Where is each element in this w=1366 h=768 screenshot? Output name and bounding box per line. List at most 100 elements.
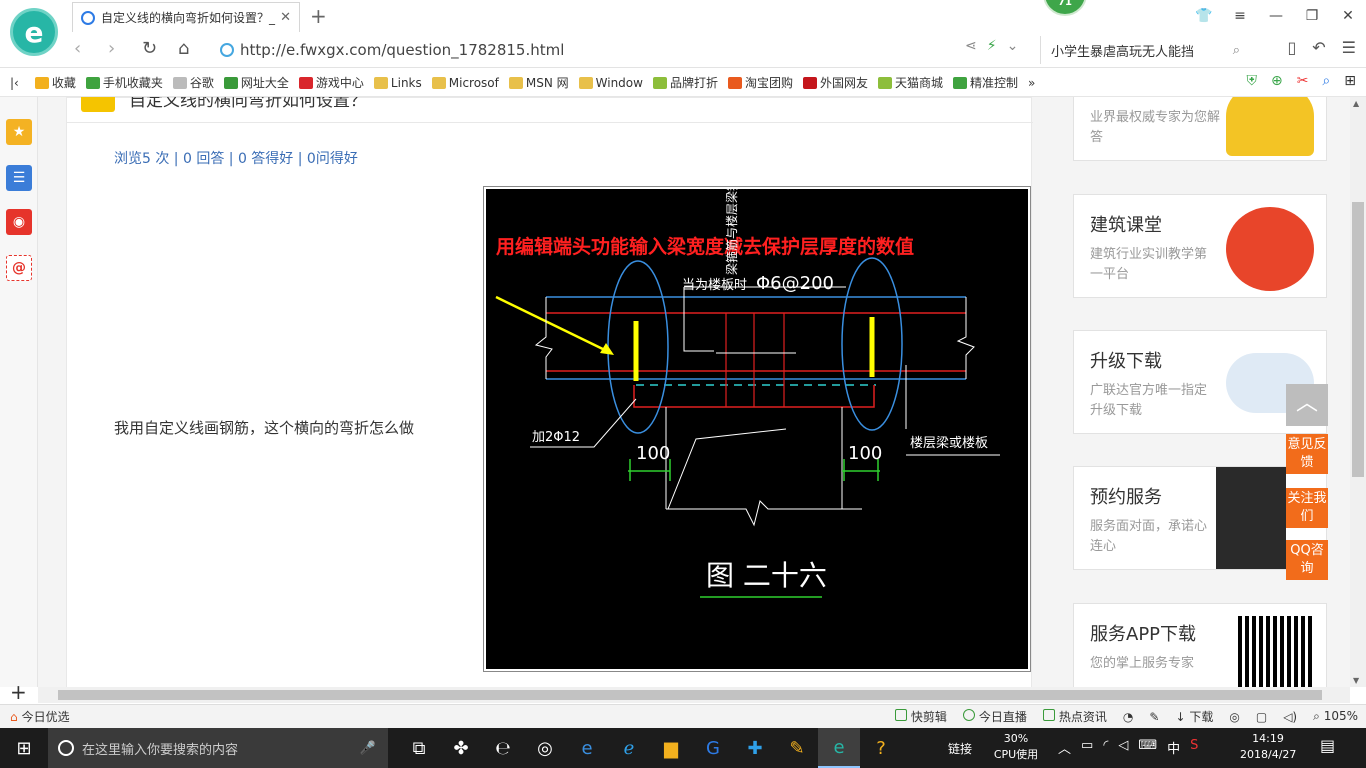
edge-legacy-icon[interactable]: ℮ xyxy=(482,728,524,768)
apps-grid-icon[interactable]: ⊞ xyxy=(1344,73,1356,89)
ime-indicator[interactable]: 中 xyxy=(1167,738,1180,757)
search-input[interactable]: 小学生暴虐高玩无人能挡 ⌕ xyxy=(1040,36,1240,64)
chat-app-icon[interactable]: ✚ xyxy=(734,728,776,768)
status-item-live[interactable]: 今日直播 xyxy=(962,708,1027,725)
course-card[interactable]: 建筑课堂 建筑行业实训教学第一平台 xyxy=(1073,194,1327,298)
bookmark-folder[interactable]: Window xyxy=(578,76,643,90)
bookmark-folder[interactable]: Links xyxy=(373,76,422,90)
bookmark-item[interactable]: 天猫商城 xyxy=(878,74,943,91)
scissors-icon[interactable]: ✂ xyxy=(1297,73,1309,89)
tools-icon[interactable]: ✎ xyxy=(1149,710,1159,724)
menu-icon[interactable]: ≡ xyxy=(1222,0,1258,32)
scroll-down-icon[interactable]: ▼ xyxy=(1353,676,1359,685)
status-item-news[interactable]: 热点资讯 xyxy=(1042,708,1107,725)
tray-expand-icon[interactable]: ︿ xyxy=(1058,738,1071,757)
chevron-down-icon[interactable]: ⌄ xyxy=(1007,38,1019,54)
forward-icon[interactable]: › xyxy=(108,38,115,59)
wifi-icon[interactable]: ◜ xyxy=(1103,738,1108,757)
share-icon[interactable]: ⋖ xyxy=(965,38,977,54)
app-download-card[interactable]: 服务APP下载 您的掌上服务专家 xyxy=(1073,603,1327,687)
new-tab-button[interactable]: + xyxy=(310,4,327,28)
refresh-icon[interactable]: ↻ xyxy=(142,38,157,59)
more-bookmarks-icon[interactable]: » xyxy=(1028,76,1035,90)
cad-drawing-image[interactable]: 用编辑端头功能输入梁宽度减去保护层厚度的数值 梁箍筋与楼层梁箍筋同 当为楼板时 … xyxy=(483,186,1031,672)
expert-card[interactable]: 业界最权威专家为您解答 xyxy=(1073,97,1327,161)
translate-icon[interactable]: ⊕ xyxy=(1271,73,1283,89)
bookmark-item[interactable]: 外国网友 xyxy=(803,74,868,91)
search-icon[interactable]: ⌕ xyxy=(1233,43,1240,58)
home-icon[interactable]: ⌂ xyxy=(178,38,189,59)
file-explorer-icon[interactable]: ▆ xyxy=(650,728,692,768)
windows-start-icon[interactable]: ⊞ xyxy=(0,728,48,768)
scroll-up-icon[interactable]: ▲ xyxy=(1353,99,1359,108)
add-sidebar-icon[interactable]: + xyxy=(10,680,27,704)
edge-icon[interactable]: e xyxy=(566,728,608,768)
cpu-meter[interactable]: 30% CPU使用 xyxy=(990,731,1042,763)
bookmark-item[interactable]: 精准控制 xyxy=(953,74,1018,91)
ie-mode-icon[interactable]: ◎ xyxy=(1229,710,1239,724)
more-menu-icon[interactable]: ☰ xyxy=(1342,38,1356,57)
zoom-level[interactable]: ⌕ 105% xyxy=(1313,709,1358,724)
battery-icon[interactable]: ▭ xyxy=(1081,738,1093,757)
qq-consult-button[interactable]: QQ咨询 xyxy=(1286,540,1328,580)
g-app-icon[interactable]: G xyxy=(692,728,734,768)
bookmark-item[interactable]: 手机收藏夹 xyxy=(85,74,163,91)
back-to-top-button[interactable]: ︿ xyxy=(1286,384,1328,426)
undo-icon[interactable]: ↶ xyxy=(1312,38,1325,57)
notification-badge[interactable]: 71 xyxy=(1043,0,1087,16)
back-icon[interactable]: ‹ xyxy=(74,38,81,59)
help-app-icon[interactable]: ? xyxy=(860,728,902,768)
vertical-scroll-thumb[interactable] xyxy=(1352,202,1364,477)
magnifier-icon[interactable]: ⌕ xyxy=(1322,73,1330,89)
horizontal-scrollbar[interactable] xyxy=(38,687,1350,703)
sogou-ime-icon[interactable]: S xyxy=(1190,738,1198,757)
volume-icon[interactable]: ◁) xyxy=(1283,710,1297,724)
lightning-icon[interactable]: ⚡ xyxy=(987,38,997,54)
favorites-star-icon[interactable]: ★ xyxy=(6,119,32,145)
notes-app-icon[interactable]: ✎ xyxy=(776,728,818,768)
tab-active[interactable]: 自定义线的横向弯折如何设置？_ ✕ xyxy=(72,2,300,32)
bookmark-item[interactable]: 品牌打折 xyxy=(652,74,718,91)
today-picks[interactable]: ⌂ 今日优选 xyxy=(10,708,70,725)
horizontal-scroll-thumb[interactable] xyxy=(58,690,1322,700)
fan-app-icon[interactable]: ✤ xyxy=(440,728,482,768)
status-item-download[interactable]: ↓ 下载 xyxy=(1175,708,1213,725)
status-item-clip[interactable]: 快剪辑 xyxy=(894,708,947,725)
bookmark-item[interactable]: 收藏 xyxy=(34,74,76,91)
window-mode-icon[interactable]: ▢ xyxy=(1256,710,1267,724)
clock[interactable]: 14:19 2018/4/27 xyxy=(1240,731,1296,763)
speed-icon[interactable]: ◔ xyxy=(1123,710,1133,724)
taskbar-search-input[interactable]: 在这里输入你要搜索的内容 🎤 xyxy=(48,728,388,768)
bookmark-item[interactable]: 谷歌 xyxy=(172,74,214,91)
vertical-scrollbar[interactable]: ▲ ▼ xyxy=(1350,97,1366,687)
feedback-button[interactable]: 意见反馈 xyxy=(1286,434,1328,474)
shirt-icon[interactable]: 👕 xyxy=(1186,0,1222,32)
news-list-icon[interactable]: ☰ xyxy=(6,165,32,191)
weibo-icon[interactable]: ◉ xyxy=(6,209,32,235)
microphone-icon[interactable]: 🎤 xyxy=(360,741,376,756)
minimize-button[interactable]: — xyxy=(1258,0,1294,32)
sidebar-toggle-icon[interactable]: |‹ xyxy=(10,76,19,90)
bookmark-folder[interactable]: Microsof xyxy=(431,76,499,90)
question-stats[interactable]: 浏览5 次 | 0 回答 | 0 答得好 | 0问得好 xyxy=(114,148,358,168)
browser-taskbar-icon[interactable]: e xyxy=(818,728,860,768)
phone-icon[interactable]: ▯ xyxy=(1287,38,1296,57)
bookmark-item[interactable]: 网址大全 xyxy=(223,74,289,91)
bookmark-folder[interactable]: MSN 网 xyxy=(508,74,569,91)
internet-explorer-icon[interactable]: ℯ xyxy=(608,728,650,768)
bookmark-item[interactable]: 游戏中心 xyxy=(298,74,364,91)
speaker-icon[interactable]: ◁ xyxy=(1118,738,1128,757)
action-center-icon[interactable]: ▤ xyxy=(1320,736,1335,755)
task-view-icon[interactable]: ⧉ xyxy=(398,728,440,768)
swirl-app-icon[interactable]: ◎ xyxy=(524,728,566,768)
links-toolbar[interactable]: 链接 xyxy=(948,740,972,757)
mail-icon[interactable]: @ xyxy=(6,255,32,281)
keyboard-icon[interactable]: ⌨ xyxy=(1138,738,1157,757)
restore-button[interactable]: ❐ xyxy=(1294,0,1330,32)
browser-logo-icon[interactable]: e xyxy=(10,8,58,56)
follow-us-button[interactable]: 关注我们 xyxy=(1286,488,1328,528)
url-field[interactable]: http://e.fwxgx.com/question_1782815.html xyxy=(220,36,1040,64)
bookmark-item[interactable]: 淘宝团购 xyxy=(727,74,793,91)
close-button[interactable]: ✕ xyxy=(1330,0,1366,32)
tab-close-icon[interactable]: ✕ xyxy=(280,10,291,25)
